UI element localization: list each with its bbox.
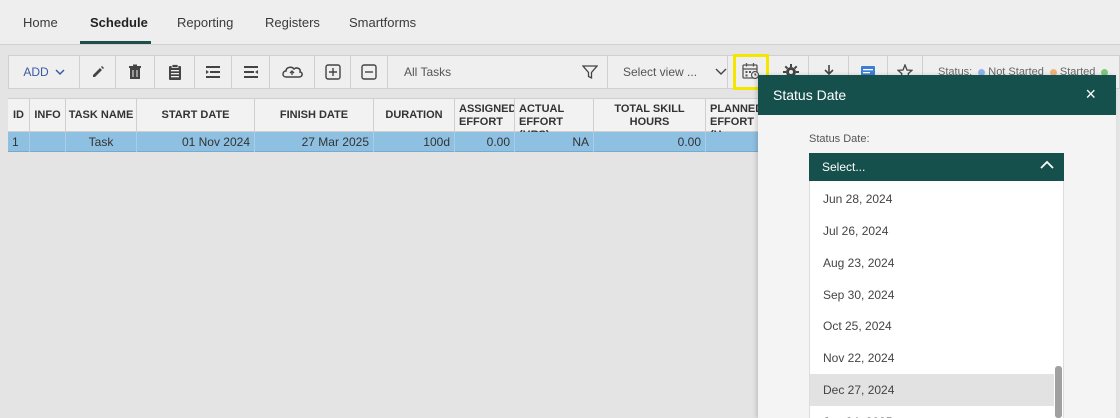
expand-all-button[interactable] <box>315 56 351 88</box>
column-header-assigned-effort[interactable]: ASSIGNED EFFORT <box>455 99 515 132</box>
dropdown-option[interactable]: Jul 26, 2024 <box>810 215 1056 247</box>
dropdown-option[interactable]: Nov 22, 2024 <box>810 342 1056 374</box>
column-header-finish-date[interactable]: FINISH DATE <box>255 99 374 132</box>
cell-start-date[interactable]: 01 Nov 2024 <box>137 132 255 152</box>
filter-label: All Tasks <box>404 65 452 79</box>
tab-registers[interactable]: Registers <box>265 15 320 30</box>
delete-icon <box>129 64 141 79</box>
collapse-icon <box>361 64 377 80</box>
grid-body <box>8 153 768 418</box>
column-header-start-date[interactable]: START DATE <box>137 99 255 132</box>
tab-reporting[interactable]: Reporting <box>177 15 233 30</box>
cell-actual-effort[interactable]: NA <box>515 132 594 152</box>
top-navigation: Home Schedule Reporting Registers Smartf… <box>0 0 1120 45</box>
column-header-id[interactable]: ID <box>8 99 30 132</box>
column-header-task-name[interactable]: TASK NAME <box>66 99 137 132</box>
cell-duration[interactable]: 100d <box>374 132 455 152</box>
cell-task-name[interactable]: Task <box>66 132 137 152</box>
outdent-icon <box>243 66 258 78</box>
chevron-up-icon <box>1040 160 1054 169</box>
edit-icon <box>92 66 104 77</box>
indent-icon <box>206 66 220 78</box>
dropdown-option[interactable]: Oct 25, 2024 <box>810 310 1056 342</box>
filter-icon[interactable] <box>582 64 598 80</box>
collapse-all-button[interactable] <box>351 56 388 88</box>
tab-home[interactable]: Home <box>23 15 58 30</box>
dropdown-scrollbar[interactable] <box>1054 181 1063 418</box>
outdent-button[interactable] <box>232 56 270 88</box>
dropdown-option-hovered[interactable]: Dec 27, 2024 <box>810 374 1056 406</box>
indent-button[interactable] <box>195 56 232 88</box>
dropdown-option[interactable]: Jan 24, 2025 <box>810 406 1056 418</box>
tab-smartforms[interactable]: Smartforms <box>349 15 416 30</box>
dropdown-scrollbar-thumb[interactable] <box>1055 366 1062 418</box>
dropdown-option[interactable]: Jun 28, 2024 <box>810 183 1056 215</box>
panel-title: Status Date <box>773 87 847 103</box>
table-row[interactable]: 1 Task 01 Nov 2024 27 Mar 2025 100d 0.00… <box>8 132 768 152</box>
dropdown-option[interactable]: Aug 23, 2024 <box>810 247 1056 279</box>
cell-total-skill-hours[interactable]: 0.00 <box>594 132 706 152</box>
status-date-panel: Status Date × Status Date: Select... Jun… <box>758 75 1116 418</box>
column-header-duration[interactable]: DURATION <box>374 99 455 132</box>
column-header-info[interactable]: INFO <box>30 99 66 132</box>
view-select-label: Select view ... <box>623 65 698 79</box>
sync-button[interactable] <box>270 56 315 88</box>
cloud-icon <box>282 66 303 78</box>
view-select[interactable]: Select view ... <box>608 56 728 88</box>
status-date-select-value: Select... <box>822 160 866 174</box>
edit-button[interactable] <box>80 56 116 88</box>
expand-icon <box>324 64 341 80</box>
paste-button[interactable] <box>155 56 195 88</box>
panel-header: Status Date × <box>758 75 1116 115</box>
dropdown-option[interactable]: Sep 30, 2024 <box>810 279 1056 311</box>
cell-finish-date[interactable]: 27 Mar 2025 <box>255 132 374 152</box>
status-date-select[interactable]: Select... <box>809 153 1064 181</box>
close-icon[interactable]: × <box>1085 84 1096 104</box>
cell-id: 1 <box>8 132 30 152</box>
add-button-label: ADD <box>23 65 49 79</box>
tab-schedule[interactable]: Schedule <box>90 15 148 30</box>
grid-header: ID INFO TASK NAME START DATE FINISH DATE… <box>8 98 768 132</box>
filter-field[interactable]: All Tasks <box>388 56 608 88</box>
active-tab-indicator <box>80 41 151 44</box>
status-date-dropdown-list: Jun 28, 2024 Jul 26, 2024 Aug 23, 2024 S… <box>809 181 1064 418</box>
chevron-down-icon <box>715 68 727 75</box>
cell-assigned-effort[interactable]: 0.00 <box>455 132 515 152</box>
column-header-total-skill-hours[interactable]: TOTAL SKILL HOURS <box>594 99 706 132</box>
clipboard-icon <box>168 64 181 80</box>
column-header-actual-effort[interactable]: ACTUAL EFFORT (HRS) <box>515 99 594 132</box>
status-date-field-label: Status Date: <box>809 133 870 145</box>
delete-button[interactable] <box>116 56 155 88</box>
chevron-down-icon <box>55 69 65 76</box>
add-button[interactable]: ADD <box>9 56 80 88</box>
cell-info <box>30 132 66 152</box>
